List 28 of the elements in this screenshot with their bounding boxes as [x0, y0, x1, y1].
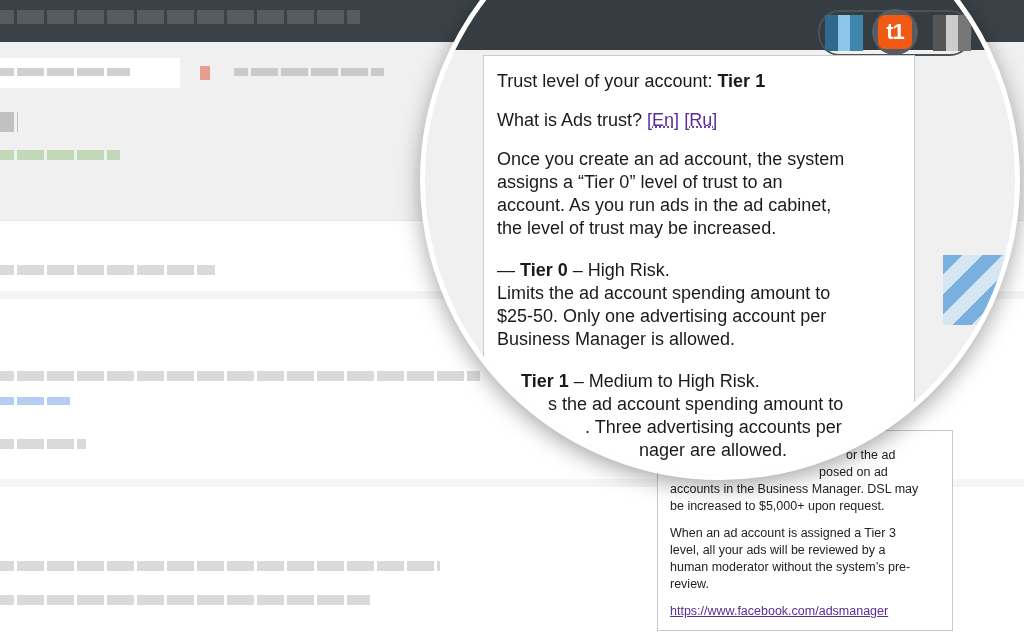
- text-line: account. As you run ads in the ad cabinet,: [497, 194, 832, 217]
- text-line: When an ad account is assigned a Tier 3: [670, 525, 896, 542]
- text-line: Once you create an ad account, the system: [497, 148, 845, 171]
- text-line: Limits the ad account spending amount to: [497, 282, 831, 305]
- text-line: $25-50. Only one advertising account per: [497, 305, 827, 328]
- text-line: — Tier 0 – High Risk.: [497, 259, 670, 282]
- blurred-icon: [825, 15, 863, 51]
- text-line: level, all your ads will be reviewed by a: [670, 542, 886, 559]
- trust-level-heading: Trust level of your account: Tier 1: [497, 70, 767, 93]
- text-line: nager are allowed.: [639, 439, 788, 462]
- text-line: human moderator without the system’s pre-: [670, 559, 911, 576]
- text-line: posed on ad: [819, 464, 888, 481]
- text-line: s the ad account spending amount to: [548, 393, 844, 416]
- language-link[interactable]: [Ru]: [684, 110, 718, 130]
- text-line: or the ad: [846, 447, 896, 464]
- ads-manager-link[interactable]: https://www.facebook.com/adsmanager: [670, 603, 889, 620]
- text-line: assigns a “Tier 0” level of trust to an: [497, 171, 783, 194]
- search-field[interactable]: [0, 58, 180, 88]
- text-line: accounts in the Business Manager. DSL may: [670, 481, 919, 498]
- text-line: the level of trust may be increased.: [497, 217, 777, 240]
- language-link[interactable]: [En]: [647, 110, 680, 130]
- text-line: be increased to $5,000+ upon request.: [670, 498, 885, 515]
- ads-trust-question: What is Ads trust?: [497, 110, 643, 130]
- text-line: Business Manager is allowed.: [497, 328, 736, 351]
- text-line: . Three advertising accounts per: [585, 416, 842, 439]
- text-line: Tier 1 – Medium to High Risk.: [521, 370, 760, 393]
- text-line: review.: [670, 576, 709, 593]
- blurred-icon: [933, 15, 971, 51]
